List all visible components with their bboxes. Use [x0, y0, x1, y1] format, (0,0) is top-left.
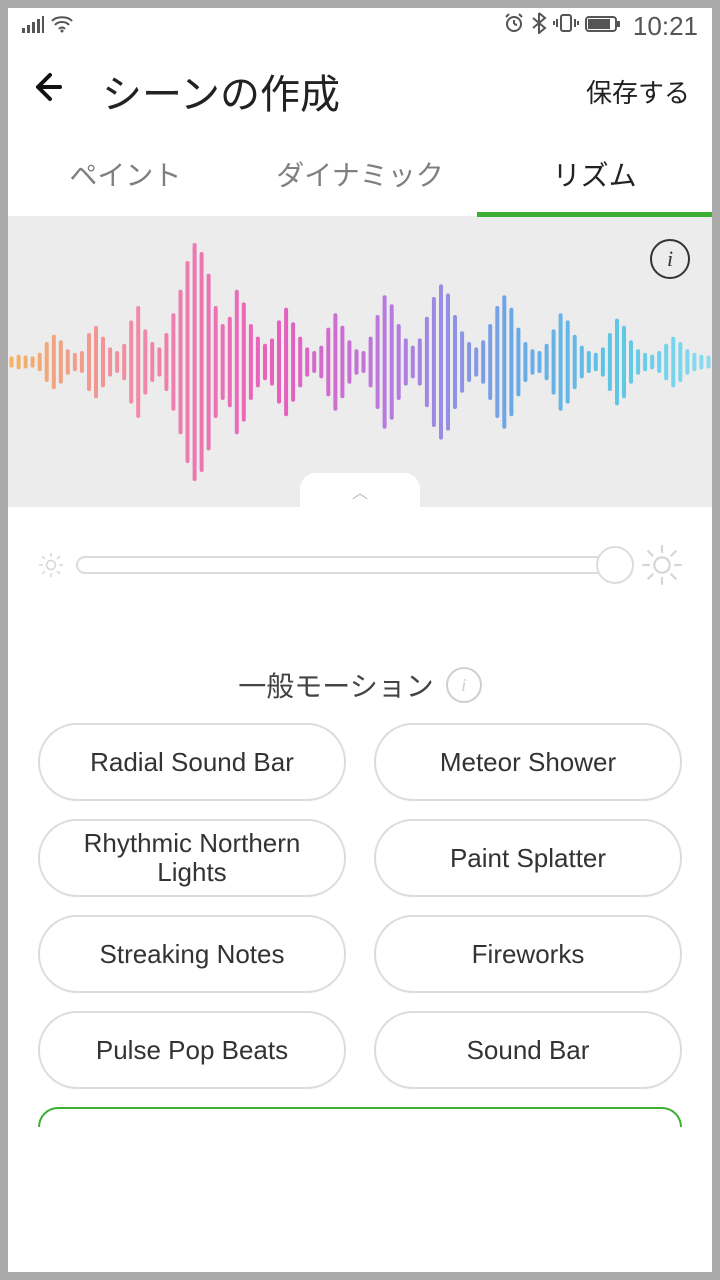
motion-option[interactable]: Pulse Pop Beats [38, 1011, 346, 1089]
motion-option[interactable]: Meteor Shower [374, 723, 682, 801]
alarm-icon [503, 12, 525, 40]
wifi-icon [50, 13, 74, 39]
info-icon[interactable]: i [446, 667, 482, 703]
tabs: ペイント ダイナミック リズム [8, 134, 712, 217]
tab-paint[interactable]: ペイント [8, 134, 243, 216]
motion-option[interactable]: Sound Bar [374, 1011, 682, 1089]
cell-signal-icon [22, 13, 44, 39]
motion-option[interactable]: Rhythmic Northern Lights [38, 819, 346, 897]
motion-option[interactable]: Streaking Notes [38, 915, 346, 993]
save-button[interactable]: 保存する [586, 73, 690, 110]
motion-option[interactable]: Fireworks [374, 915, 682, 993]
brightness-slider[interactable] [76, 552, 630, 578]
motion-grid: Radial Sound Bar Meteor Shower Rhythmic … [8, 723, 712, 1089]
brightness-slider-row [8, 507, 712, 605]
back-icon[interactable] [30, 70, 62, 113]
waveform-preview: i ︿ [8, 217, 712, 507]
motion-option[interactable]: Radial Sound Bar [38, 723, 346, 801]
chevron-up-icon: ︿ [352, 479, 368, 503]
vibrate-icon [553, 12, 579, 40]
expand-handle[interactable]: ︿ [300, 473, 420, 507]
motion-option[interactable]: Paint Splatter [374, 819, 682, 897]
page-title: シーンの作成 [62, 62, 586, 120]
motion-option-selected[interactable] [38, 1107, 682, 1127]
info-icon[interactable]: i [650, 239, 690, 279]
status-time: 10:21 [633, 11, 698, 42]
slider-thumb[interactable] [596, 546, 634, 584]
waveform-icon [8, 217, 712, 507]
status-bar: 10:21 [8, 8, 712, 44]
brightness-low-icon [36, 550, 66, 580]
bluetooth-icon [531, 12, 547, 40]
section-title: 一般モーション [238, 665, 433, 705]
tab-dynamic[interactable]: ダイナミック [243, 134, 478, 216]
app-header: シーンの作成 保存する [8, 44, 712, 134]
brightness-high-icon [640, 543, 684, 587]
battery-icon [585, 13, 621, 39]
tab-rhythm[interactable]: リズム [477, 134, 712, 216]
section-title-row: 一般モーション i [8, 665, 712, 705]
